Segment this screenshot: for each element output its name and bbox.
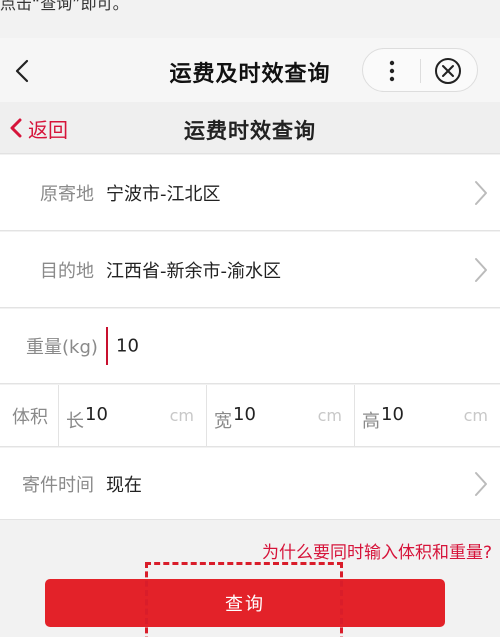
height-input[interactable]: 10 (381, 404, 404, 425)
chevron-right-icon (475, 180, 487, 205)
why-volume-weight-link[interactable]: 为什么要同时输入体积和重量? (262, 538, 492, 563)
width-prefix: 宽 (214, 411, 232, 432)
cell-divider (206, 385, 207, 447)
text-cursor (106, 327, 108, 365)
miniprogram-header: 运费及时效查询 (0, 38, 500, 102)
volume-label: 体积 (12, 406, 48, 428)
weight-row: 重量(kg) 10 (0, 309, 500, 384)
origin-label: 原寄地 (40, 183, 94, 205)
cell-divider (354, 385, 355, 447)
length-field[interactable]: 长 10 cm (58, 385, 206, 447)
chevron-right-icon (475, 257, 487, 282)
destination-label: 目的地 (40, 260, 94, 282)
height-field[interactable]: 高 10 cm (354, 385, 500, 447)
instruction-caption: 点击“查询”即可。 (0, 0, 129, 13)
destination-value: 江西省-新余市-渝水区 (106, 260, 281, 282)
query-button[interactable]: 查询 (45, 579, 445, 627)
sub-header: 返回 运费时效查询 (0, 102, 500, 154)
origin-row[interactable]: 原寄地 宁波市-江北区 (0, 155, 500, 231)
origin-value: 宁波市-江北区 (106, 183, 221, 205)
capsule-divider (420, 59, 421, 83)
send-time-label: 寄件时间 (22, 474, 94, 496)
length-input[interactable]: 10 (85, 404, 108, 425)
length-prefix: 长 (66, 411, 84, 432)
length-unit: cm (169, 406, 194, 425)
weight-input[interactable]: 10 (116, 336, 139, 357)
send-time-value: 现在 (106, 474, 142, 496)
height-unit: cm (463, 406, 488, 425)
chevron-right-icon (475, 471, 487, 496)
more-options-icon[interactable] (377, 57, 407, 85)
send-time-row[interactable]: 寄件时间 现在 (0, 448, 500, 520)
sub-page-title: 运费时效查询 (184, 119, 316, 143)
weight-label: 重量(kg) (26, 337, 98, 358)
width-unit: cm (317, 406, 342, 425)
destination-row[interactable]: 目的地 江西省-新余市-渝水区 (0, 232, 500, 308)
width-input[interactable]: 10 (233, 404, 256, 425)
width-field[interactable]: 宽 10 cm (206, 385, 354, 447)
volume-row: 体积 长 10 cm 宽 10 cm 高 10 cm (0, 385, 500, 447)
capsule-menu (362, 48, 478, 92)
height-prefix: 高 (362, 411, 380, 432)
close-icon[interactable] (433, 56, 463, 86)
cell-divider (58, 385, 59, 447)
